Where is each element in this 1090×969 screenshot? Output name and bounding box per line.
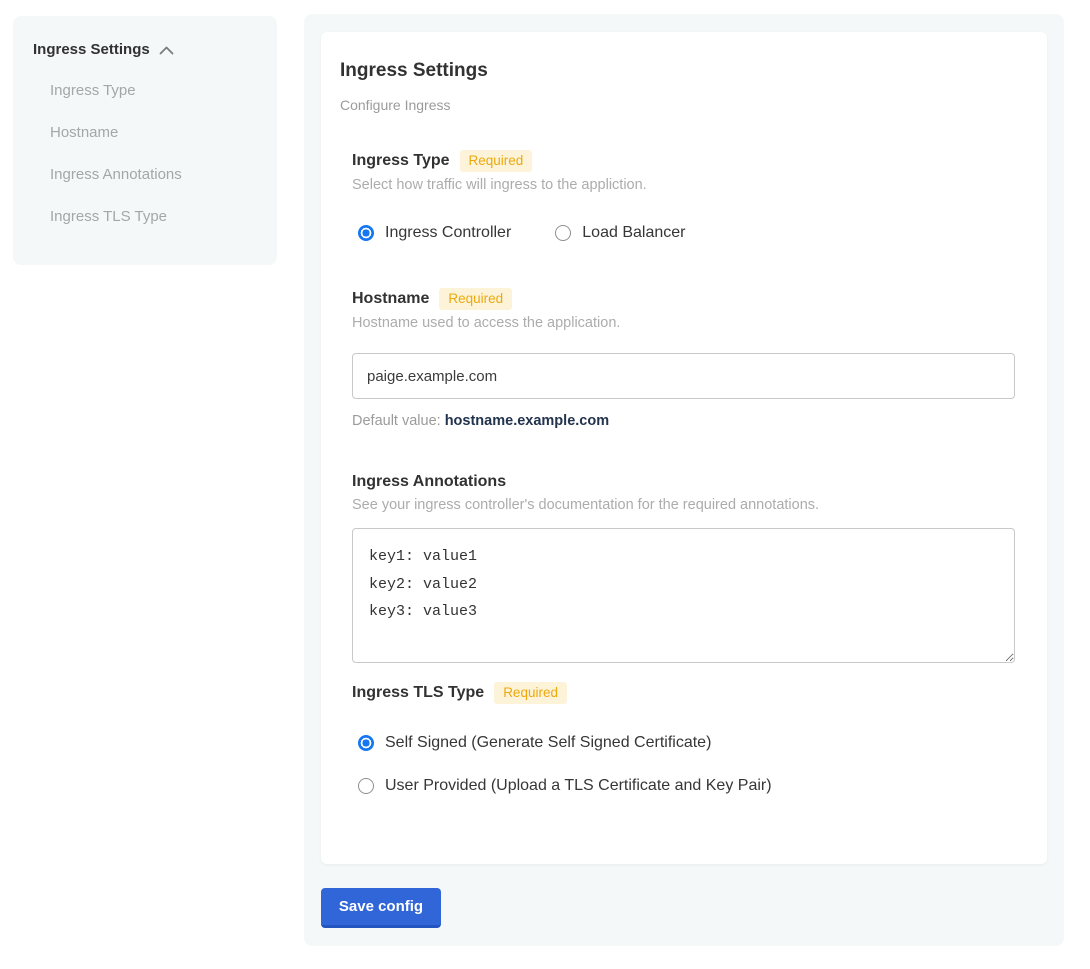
radio-ingress-controller-label: Ingress Controller [385, 224, 511, 242]
page-title: Ingress Settings [340, 59, 1015, 82]
ingress-type-label: Ingress Type [352, 151, 450, 171]
sidebar-item-list: Ingress Type Hostname Ingress Annotation… [33, 82, 257, 226]
ingress-annotations-textarea[interactable]: key1: value1 key2: value2 key3: value3 [352, 528, 1015, 663]
radio-load-balancer[interactable]: Load Balancer [555, 224, 685, 242]
page-subtitle: Configure Ingress [340, 97, 1015, 113]
ingress-type-help: Select how traffic will ingress to the a… [352, 177, 1015, 193]
hostname-default-value-line: Default value: hostname.example.com [352, 413, 1015, 429]
required-badge: Required [460, 150, 533, 172]
ingress-tls-type-label: Ingress TLS Type [352, 683, 484, 703]
sidebar-item-ingress-annotations[interactable]: Ingress Annotations [50, 166, 257, 184]
ingress-tls-type-radio-group: Self Signed (Generate Self Signed Certif… [358, 734, 1015, 795]
hostname-label: Hostname [352, 289, 429, 309]
radio-ingress-controller[interactable]: Ingress Controller [358, 224, 511, 242]
radio-selected-icon[interactable] [358, 225, 374, 241]
radio-self-signed[interactable]: Self Signed (Generate Self Signed Certif… [358, 734, 1015, 752]
radio-self-signed-label: Self Signed (Generate Self Signed Certif… [385, 734, 711, 752]
radio-load-balancer-label: Load Balancer [582, 224, 685, 242]
default-value-prefix: Default value: [352, 413, 445, 429]
radio-unselected-icon[interactable] [555, 225, 571, 241]
section-ingress-type: Ingress Type Required Select how traffic… [352, 150, 1015, 242]
section-hostname: Hostname Required Hostname used to acces… [352, 288, 1015, 429]
ingress-type-radio-group: Ingress Controller Load Balancer [358, 224, 1015, 242]
hostname-help: Hostname used to access the application. [352, 315, 1015, 331]
radio-selected-icon[interactable] [358, 735, 374, 751]
hostname-input[interactable] [352, 353, 1015, 399]
required-badge: Required [494, 682, 567, 704]
sidebar-group-ingress-settings[interactable]: Ingress Settings [33, 41, 257, 58]
ingress-annotations-label: Ingress Annotations [352, 472, 506, 492]
config-main-panel: Ingress Settings Configure Ingress Ingre… [304, 14, 1064, 946]
radio-unselected-icon[interactable] [358, 778, 374, 794]
sidebar-item-ingress-type[interactable]: Ingress Type [50, 82, 257, 100]
config-nav-sidebar: Ingress Settings Ingress Type Hostname I… [13, 16, 277, 265]
sidebar-item-ingress-tls-type[interactable]: Ingress TLS Type [50, 208, 257, 226]
chevron-up-icon [159, 46, 174, 55]
default-value-text: hostname.example.com [445, 413, 609, 429]
radio-user-provided-label: User Provided (Upload a TLS Certificate … [385, 777, 772, 795]
radio-user-provided[interactable]: User Provided (Upload a TLS Certificate … [358, 777, 1015, 795]
config-group-card: Ingress Settings Configure Ingress Ingre… [321, 32, 1047, 864]
section-ingress-tls-type: Ingress TLS Type Required Self Signed (G… [352, 682, 1015, 795]
sidebar-item-hostname[interactable]: Hostname [50, 124, 257, 142]
save-config-button[interactable]: Save config [321, 888, 441, 928]
ingress-annotations-help: See your ingress controller's documentat… [352, 497, 1015, 513]
sidebar-group-title: Ingress Settings [33, 41, 150, 58]
section-ingress-annotations: Ingress Annotations See your ingress con… [352, 472, 1015, 663]
required-badge: Required [439, 288, 512, 310]
